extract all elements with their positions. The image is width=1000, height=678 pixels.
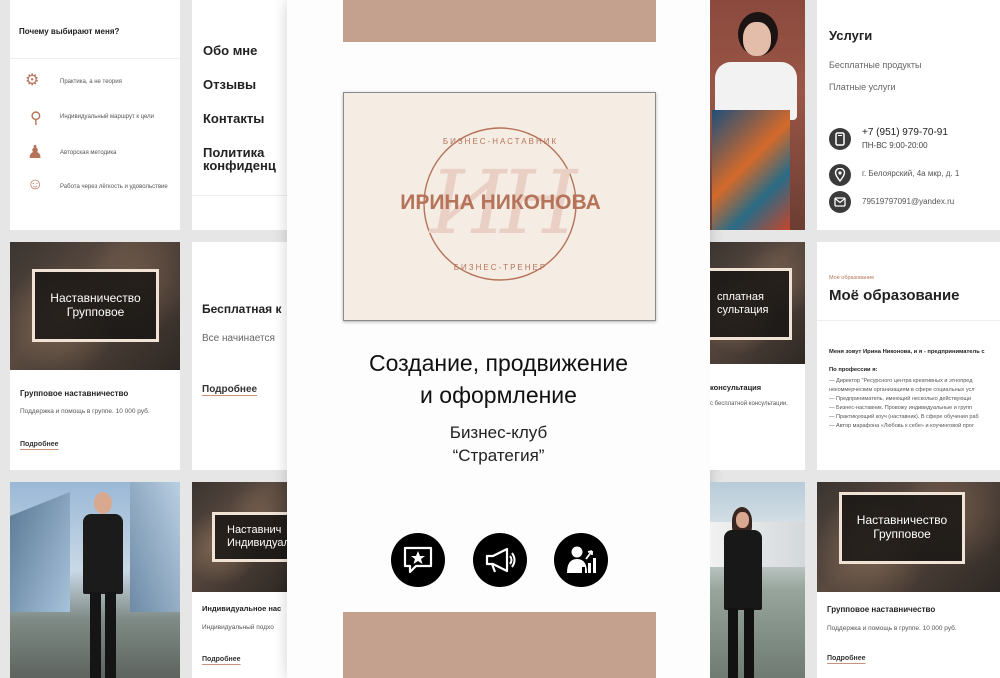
business-growth-icon bbox=[554, 533, 608, 587]
smile-icon: ☺ bbox=[27, 176, 44, 193]
card-desc: Индивидуальный подхо bbox=[202, 624, 274, 631]
method-people-icon: ♟ bbox=[27, 142, 44, 162]
nav-menu-card: Обо мне Отзывы Контакты Политика конфиде… bbox=[192, 0, 287, 230]
top-accent-bar bbox=[343, 0, 656, 42]
route-pin-icon: ⚲ bbox=[30, 110, 42, 127]
headline-line-2: и оформление bbox=[420, 382, 577, 408]
more-link[interactable]: Подробнее bbox=[20, 441, 59, 448]
portrait-card bbox=[710, 0, 805, 230]
megaphone-icon bbox=[473, 533, 527, 587]
why-me-card: Почему выбирают меня? ⚙ Практика, а не т… bbox=[10, 0, 180, 230]
more-link[interactable]: Подробнее bbox=[827, 655, 866, 662]
education-line: — Бизнес-наставник. Провожу индивидуальн… bbox=[829, 405, 973, 411]
education-kicker: Моё образование bbox=[829, 275, 875, 281]
why-me-title: Почему выбирают меня? bbox=[19, 27, 120, 36]
education-intro: Меня зовут Ирина Никонова, и я - предпри… bbox=[829, 349, 985, 355]
mail-icon bbox=[829, 191, 851, 213]
headline-line-1: Создание, продвижение bbox=[368, 350, 629, 376]
education-title: Моё образование bbox=[829, 287, 960, 304]
education-line: — Директор "Ресурсного центра креативных… bbox=[829, 378, 973, 384]
woman-photo-card bbox=[10, 482, 180, 678]
group-mentoring-card[interactable]: Наставничество Групповое Групповое наста… bbox=[10, 242, 180, 470]
card-desc: с бесплатной консультации. bbox=[710, 401, 788, 407]
subtitle-line-1: Бизнес-клуб bbox=[449, 423, 548, 442]
why-me-item: ⚙ Практика, а не теория bbox=[25, 72, 122, 89]
logo-top-text: БИЗНЕС-НАСТАВНИК bbox=[442, 137, 559, 146]
education-line: — Предприниматель, имеющий несколько дей… bbox=[829, 396, 972, 402]
profession-title: По профессии я: bbox=[829, 367, 878, 373]
more-link[interactable]: Подробнее bbox=[202, 656, 241, 663]
location-pin-icon bbox=[829, 164, 851, 186]
education-line: — Практикующий коуч (наставник). В сфере… bbox=[829, 414, 979, 420]
street-photo-card bbox=[710, 482, 805, 678]
card-title: Индивидуальное нас bbox=[202, 604, 282, 613]
center-promo-card: ИН БИЗНЕС-НАСТАВНИК ИРИНА НИКОНОВА БИЗНЕ… bbox=[287, 0, 710, 678]
education-card: Моё образование Моё образование Меня зов… bbox=[817, 242, 1000, 470]
woman-building-photo bbox=[10, 482, 180, 678]
glass-building bbox=[10, 492, 70, 612]
menu-item-contacts[interactable]: Контакты bbox=[203, 111, 264, 126]
menu-item-policy[interactable]: Политика конфиденц bbox=[203, 146, 287, 172]
group-mentoring-card-right[interactable]: Наставничество Групповое Групповое наста… bbox=[817, 482, 1000, 678]
glass-building bbox=[130, 482, 180, 612]
overlay-label: Наставнич Индивидуаль bbox=[212, 512, 287, 562]
services-link-paid[interactable]: Платные услуги bbox=[829, 82, 896, 92]
card-desc: Все начинается bbox=[202, 333, 275, 344]
card-title: Групповое наставничество bbox=[827, 605, 936, 614]
education-line: — Автор марафона «Любовь к себе» и коучи… bbox=[829, 423, 974, 429]
card-desc: Поддержка и помощь в группе. 10 000 руб. bbox=[20, 408, 150, 415]
star-chat-icon bbox=[391, 533, 445, 587]
free-consult-photo-card[interactable]: сплатная сультация консультация с беспла… bbox=[710, 242, 805, 470]
subtitle-line-2: “Стратегия” bbox=[452, 446, 545, 465]
phone-number[interactable]: +7 (951) 979-70-91 bbox=[862, 127, 948, 138]
why-me-item: ⚲ Индивидуальный маршрут к цели bbox=[30, 110, 155, 127]
phone-icon bbox=[829, 128, 851, 150]
individual-mentoring-card[interactable]: Наставнич Индивидуаль Индивидуальное нас… bbox=[192, 482, 287, 678]
services-link-free[interactable]: Бесплатные продукты bbox=[829, 60, 921, 70]
menu-item-reviews[interactable]: Отзывы bbox=[203, 77, 256, 92]
fox-painting bbox=[712, 110, 790, 230]
why-me-item: ♟ Авторская методика bbox=[27, 142, 117, 162]
portrait-photo bbox=[710, 0, 805, 230]
card-title: консультация bbox=[710, 383, 762, 392]
working-hours: ПН-ВС 9:00-20:00 bbox=[862, 141, 928, 150]
card-title: Бесплатная к bbox=[202, 302, 282, 316]
logo-box: ИН БИЗНЕС-НАСТАВНИК ИРИНА НИКОНОВА БИЗНЕ… bbox=[343, 92, 656, 321]
woman-figure bbox=[80, 492, 126, 678]
services-contact-card: Услуги Бесплатные продукты Платные услуг… bbox=[817, 0, 1000, 230]
overlay-label: Наставничество Групповое bbox=[32, 269, 159, 342]
menu-item-about[interactable]: Обо мне bbox=[203, 43, 257, 58]
more-link[interactable]: Подробнее bbox=[202, 384, 257, 395]
why-me-item: ☺ Работа через лёгкость и удовольствие bbox=[27, 176, 168, 193]
card-desc: Поддержка и помощь в группе. 10 000 руб. bbox=[827, 625, 957, 632]
card-title: Групповое наставничество bbox=[20, 389, 129, 398]
services-title: Услуги bbox=[829, 28, 873, 43]
overlay-label: Наставничество Групповое bbox=[839, 492, 965, 564]
logo-bottom-text: БИЗНЕС-ТРЕНЕР bbox=[453, 263, 548, 272]
overlay-label: сплатная сультация bbox=[710, 268, 792, 340]
email[interactable]: 79519797091@yandex.ru bbox=[862, 197, 954, 206]
free-consult-card[interactable]: Бесплатная к Все начинается Подробнее bbox=[192, 242, 287, 470]
address: г. Белоярский, 4а мкр, д. 1 bbox=[862, 169, 960, 178]
education-line: некоммерческим организациям в сфере соци… bbox=[829, 387, 975, 393]
practice-icon: ⚙ bbox=[25, 72, 40, 89]
bottom-accent-bar bbox=[343, 612, 656, 678]
street-photo bbox=[710, 482, 805, 678]
logo-name: ИРИНА НИКОНОВА bbox=[400, 191, 601, 214]
